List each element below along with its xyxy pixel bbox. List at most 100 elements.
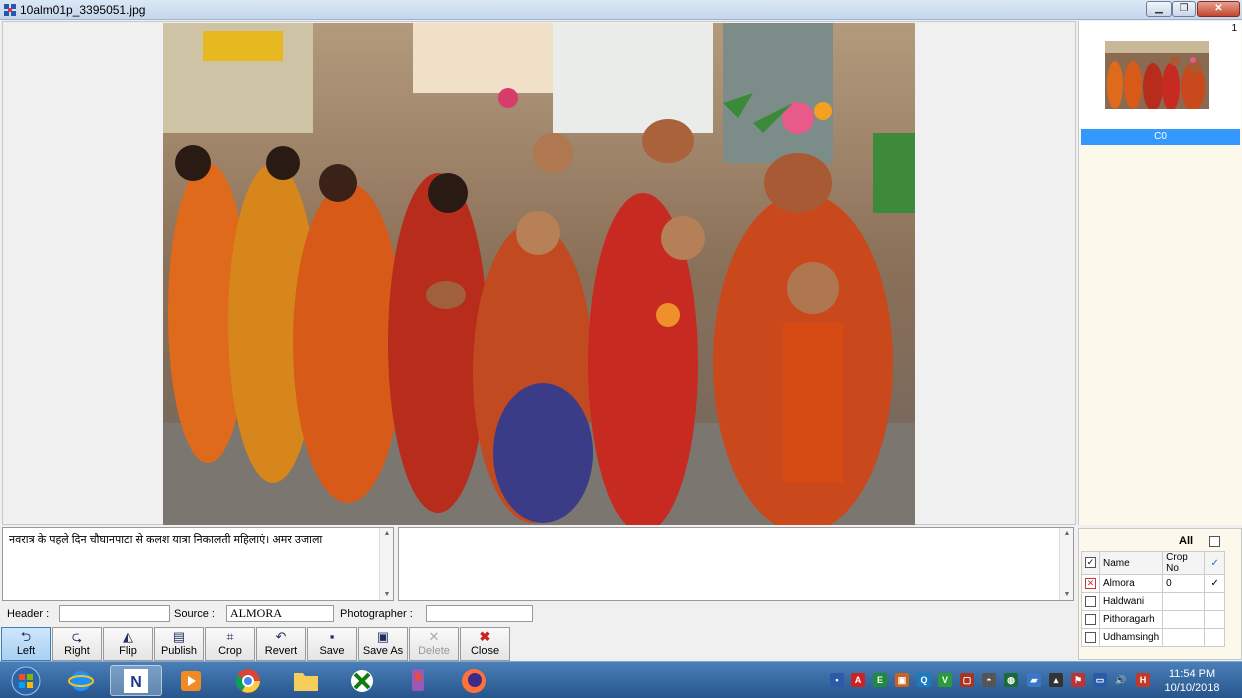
- all-row: All: [1079, 535, 1239, 549]
- minimize-button[interactable]: ▁: [1146, 1, 1172, 17]
- save-as-button[interactable]: ▣ Save As: [358, 627, 408, 661]
- photographer-input[interactable]: [426, 605, 533, 622]
- save-as-icon: ▣: [376, 629, 390, 644]
- location-name: Pithoragarh: [1098, 610, 1164, 629]
- network-tray-icon[interactable]: ◍: [1004, 673, 1018, 687]
- row-check-mark: ✓: [1204, 574, 1226, 593]
- media-player-taskbar-icon[interactable]: [165, 665, 217, 696]
- caption-text: नवरात्र के पहले दिन चौघानपाटा से कलश यात…: [9, 534, 323, 546]
- start-button[interactable]: [0, 665, 52, 696]
- tray-icon-11[interactable]: ▴: [1049, 673, 1063, 687]
- delete-button[interactable]: ✕ Delete: [409, 627, 459, 661]
- row-check-mark: [1204, 592, 1226, 611]
- secondary-caption-textarea[interactable]: ▲ ▼: [398, 527, 1074, 601]
- row-checkbox[interactable]: [1085, 613, 1096, 625]
- header-input[interactable]: [59, 605, 170, 622]
- firefox-taskbar-icon[interactable]: [448, 665, 500, 696]
- title-bar: 10alm01p_3395051.jpg ▁ ❐ ✕: [0, 0, 1242, 20]
- tray-icon-6[interactable]: V: [938, 673, 952, 687]
- rotate-left-button[interactable]: ⮌ Left: [1, 627, 51, 661]
- maximize-button[interactable]: ❐: [1172, 1, 1196, 17]
- crop-number: 0: [1162, 574, 1206, 593]
- flag-tray-icon[interactable]: ⚑: [1071, 673, 1085, 687]
- news-app-icon: N: [124, 668, 148, 693]
- usb-drive-icon: [412, 668, 424, 691]
- display-tray-icon[interactable]: ▭: [1093, 673, 1107, 687]
- tray-icon-7[interactable]: ▢: [960, 673, 974, 687]
- revert-button[interactable]: ↶ Revert: [256, 627, 306, 661]
- row-checkbox[interactable]: [1085, 595, 1096, 607]
- thumbnail-picture: [1105, 41, 1209, 109]
- source-input[interactable]: ALMORA: [226, 605, 334, 622]
- rotate-right-icon: ⮎: [71, 629, 83, 644]
- windows-logo-icon: [11, 666, 41, 695]
- table-row[interactable]: Udhamsingh: [1081, 628, 1226, 647]
- row-checkbox[interactable]: ✕: [1085, 577, 1096, 589]
- internet-explorer-icon: [68, 670, 94, 691]
- header-checkbox[interactable]: ✓: [1085, 557, 1096, 569]
- file-explorer-taskbar-icon[interactable]: [280, 665, 332, 696]
- all-checkbox[interactable]: [1209, 536, 1220, 547]
- crop-number: [1162, 610, 1206, 629]
- location-table: ✓ Name Crop No ✓ ✕ Almora 0 ✓ Haldwani P…: [1081, 551, 1226, 647]
- row-check-mark: [1204, 610, 1226, 629]
- floppy-disk-icon: ▪: [329, 629, 335, 644]
- secondary-caption-scrollbar[interactable]: ▲ ▼: [1059, 528, 1073, 600]
- publish-button[interactable]: ▤ Publish: [154, 627, 204, 661]
- chrome-taskbar-icon[interactable]: [222, 665, 274, 696]
- location-name: Haldwani: [1098, 592, 1164, 611]
- row-checkbox[interactable]: [1085, 631, 1096, 643]
- source-label: Source :: [174, 608, 215, 620]
- tray-icon-8[interactable]: ◓: [982, 673, 996, 687]
- thumbnail-panel: 1 C0: [1078, 21, 1242, 525]
- system-clock[interactable]: 11:54 PM 10/10/2018: [1160, 667, 1224, 695]
- caption-scrollbar[interactable]: ▲ ▼: [379, 528, 393, 600]
- thumbnail-image[interactable]: [1105, 41, 1209, 109]
- main-photo[interactable]: [163, 23, 915, 525]
- table-row[interactable]: Pithoragarh: [1081, 610, 1226, 629]
- row-check-mark: [1204, 628, 1226, 647]
- rotate-left-icon: ⮌: [20, 629, 32, 644]
- crop-button[interactable]: ⌗ Crop: [205, 627, 255, 661]
- excel-tray-icon[interactable]: E: [873, 673, 887, 687]
- thumbnail-area: 1: [1079, 21, 1241, 129]
- taskbar: N ▪ A E ▣ Q V ▢ ◓ ◍ ▰ ▴ ⚑ ▭ 🔊 H 11:54 PM…: [0, 661, 1242, 698]
- location-name: Udhamsingh: [1098, 628, 1164, 647]
- internet-explorer-taskbar-icon[interactable]: [55, 665, 107, 696]
- header-label: Header :: [7, 608, 50, 620]
- location-name: Almora: [1098, 574, 1164, 593]
- tray-icon-10[interactable]: ▰: [1027, 673, 1041, 687]
- save-button[interactable]: ▪ Save: [307, 627, 357, 661]
- svg-text:N: N: [130, 674, 142, 691]
- tray-icon-4[interactable]: ▣: [895, 673, 909, 687]
- flip-button[interactable]: ◭ Flip: [103, 627, 153, 661]
- table-row[interactable]: ✕ Almora 0 ✓: [1081, 574, 1226, 593]
- crop-no-column-header: Crop No: [1162, 551, 1206, 575]
- location-panel: All ✓ Name Crop No ✓ ✕ Almora 0 ✓ Haldwa…: [1078, 528, 1242, 660]
- name-column-header: Name: [1098, 551, 1164, 575]
- xbox-taskbar-icon[interactable]: [336, 665, 388, 696]
- thumbnail-count: 1: [1231, 23, 1237, 34]
- publish-icon: ▤: [172, 629, 186, 644]
- close-button[interactable]: ✖ Close: [460, 627, 510, 661]
- app-taskbar-icon[interactable]: N: [110, 665, 162, 696]
- close-icon: ✖: [479, 629, 491, 644]
- volume-tray-icon[interactable]: 🔊: [1114, 673, 1128, 687]
- tray-icon-1[interactable]: ▪: [830, 673, 844, 687]
- rotate-right-button[interactable]: ⮎ Right: [52, 627, 102, 661]
- xbox-icon: [351, 669, 373, 692]
- caption-textarea[interactable]: नवरात्र के पहले दिन चौघानपाटा से कलश यात…: [2, 527, 394, 601]
- flip-icon: ◭: [123, 629, 133, 644]
- photo-viewer: [2, 21, 1076, 525]
- utility-taskbar-icon[interactable]: [392, 665, 444, 696]
- crop-list-item[interactable]: C0: [1081, 129, 1240, 145]
- tray-icon-5[interactable]: Q: [917, 673, 931, 687]
- all-label: All: [1179, 535, 1194, 547]
- language-tray-icon[interactable]: H: [1136, 673, 1150, 687]
- clock-time: 11:54 PM: [1168, 668, 1216, 680]
- table-header: ✓ Name Crop No ✓: [1081, 551, 1226, 575]
- table-row[interactable]: Haldwani: [1081, 592, 1226, 611]
- close-window-button[interactable]: ✕: [1197, 1, 1240, 17]
- pdf-tray-icon[interactable]: A: [851, 673, 865, 687]
- undo-icon: ↶: [275, 629, 287, 644]
